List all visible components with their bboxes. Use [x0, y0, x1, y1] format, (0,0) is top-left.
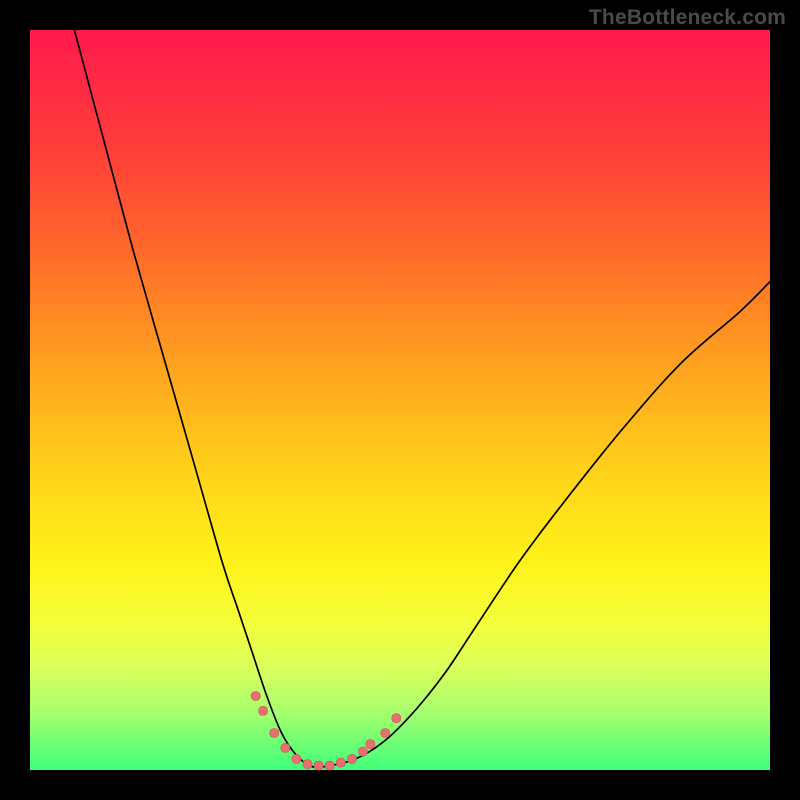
marker-point	[270, 729, 279, 738]
marker-point	[303, 760, 312, 769]
marker-point	[281, 743, 290, 752]
watermark-text: TheBottleneck.com	[589, 6, 786, 30]
marker-point	[336, 758, 345, 767]
marker-point	[392, 714, 401, 723]
marker-point	[366, 740, 375, 749]
marker-point	[347, 754, 356, 763]
highlight-markers	[251, 692, 401, 771]
marker-point	[259, 706, 268, 715]
marker-point	[314, 761, 323, 770]
chart-frame: TheBottleneck.com	[0, 0, 800, 800]
marker-point	[359, 747, 368, 756]
chart-svg	[30, 30, 770, 770]
marker-point	[381, 729, 390, 738]
plot-area	[30, 30, 770, 770]
marker-point	[251, 692, 260, 701]
bottleneck-curve	[74, 30, 770, 767]
marker-point	[292, 754, 301, 763]
marker-point	[325, 761, 334, 770]
